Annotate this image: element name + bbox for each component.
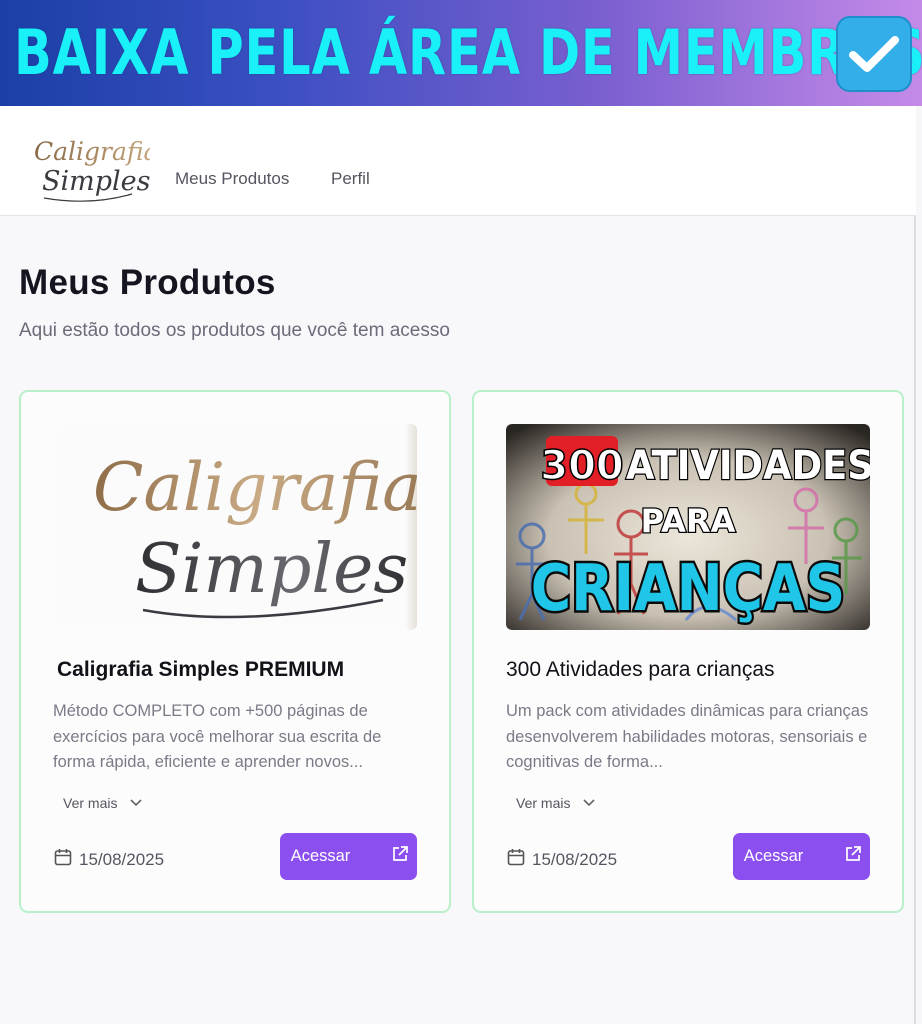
nav-perfil[interactable]: Perfil — [331, 169, 370, 189]
members-area-app: Caligrafia Simples Meus Produtos Perfil … — [0, 106, 916, 1024]
acessar-label: Acessar — [290, 847, 351, 865]
external-link-icon — [843, 844, 863, 869]
calendar-icon — [53, 847, 73, 872]
product-description: Um pack com atividades dinâmicas para cr… — [506, 702, 869, 771]
calendar-icon — [506, 847, 526, 872]
product-title: Caligrafia Simples PREMIUM — [57, 658, 345, 681]
product-date: 15/08/2025 — [53, 847, 164, 872]
page-title: Meus Produtos — [19, 263, 276, 302]
product-image-atividades[interactable]: 300 ATIVIDADES PARA CRIANÇAS — [506, 424, 870, 630]
page-subtitle: Aqui estão todos os produtos que você te… — [19, 320, 450, 341]
logo[interactable]: Caligrafia Simples — [30, 128, 158, 208]
acessar-button[interactable]: Acessar — [280, 833, 417, 880]
check-box-icon — [836, 16, 912, 92]
acessar-button[interactable]: Acessar — [733, 833, 870, 880]
image-title-line2: PARA — [641, 502, 736, 540]
date-text: 15/08/2025 — [79, 849, 165, 869]
chevron-down-icon — [582, 795, 596, 811]
banner-headline: BAIXA PELA ÁREA DE MEMBROS — [14, 16, 922, 89]
product-description: Método COMPLETO com +500 páginas de exer… — [53, 702, 382, 771]
external-link-icon — [390, 844, 410, 869]
product-date: 15/08/2025 — [506, 847, 617, 872]
date-text: 15/08/2025 — [532, 849, 618, 869]
ver-mais-label: Ver mais — [516, 795, 571, 811]
chevron-down-icon — [129, 795, 143, 811]
product-card: Caligrafia Simples Caligrafia Simples PR… — [19, 390, 451, 913]
top-navbar: Caligrafia Simples Meus Produtos Perfil — [0, 106, 916, 216]
ver-mais-label: Ver mais — [63, 795, 118, 811]
ver-mais-toggle[interactable]: Ver mais — [516, 795, 596, 811]
ver-mais-toggle[interactable]: Ver mais — [63, 795, 143, 811]
product-image-caligrafia[interactable]: Caligrafia Simples — [53, 424, 417, 630]
product-title: 300 Atividades para crianças — [506, 658, 775, 681]
logo-line2: Simples — [42, 166, 150, 197]
image-title-line2: Simples — [135, 530, 408, 609]
image-number: 300 — [540, 443, 624, 489]
product-card: 300 ATIVIDADES PARA CRIANÇAS 300 Ativida… — [472, 390, 904, 913]
image-title-line1: ATIVIDADES — [626, 443, 870, 490]
image-title-line1: Caligrafia — [93, 449, 417, 526]
logo-line1: Caligrafia — [34, 137, 150, 166]
image-title-line3: CRIANÇAS — [531, 552, 845, 626]
nav-meus-produtos[interactable]: Meus Produtos — [175, 169, 289, 189]
acessar-label: Acessar — [743, 847, 804, 865]
promo-banner: BAIXA PELA ÁREA DE MEMBROS — [0, 0, 922, 106]
